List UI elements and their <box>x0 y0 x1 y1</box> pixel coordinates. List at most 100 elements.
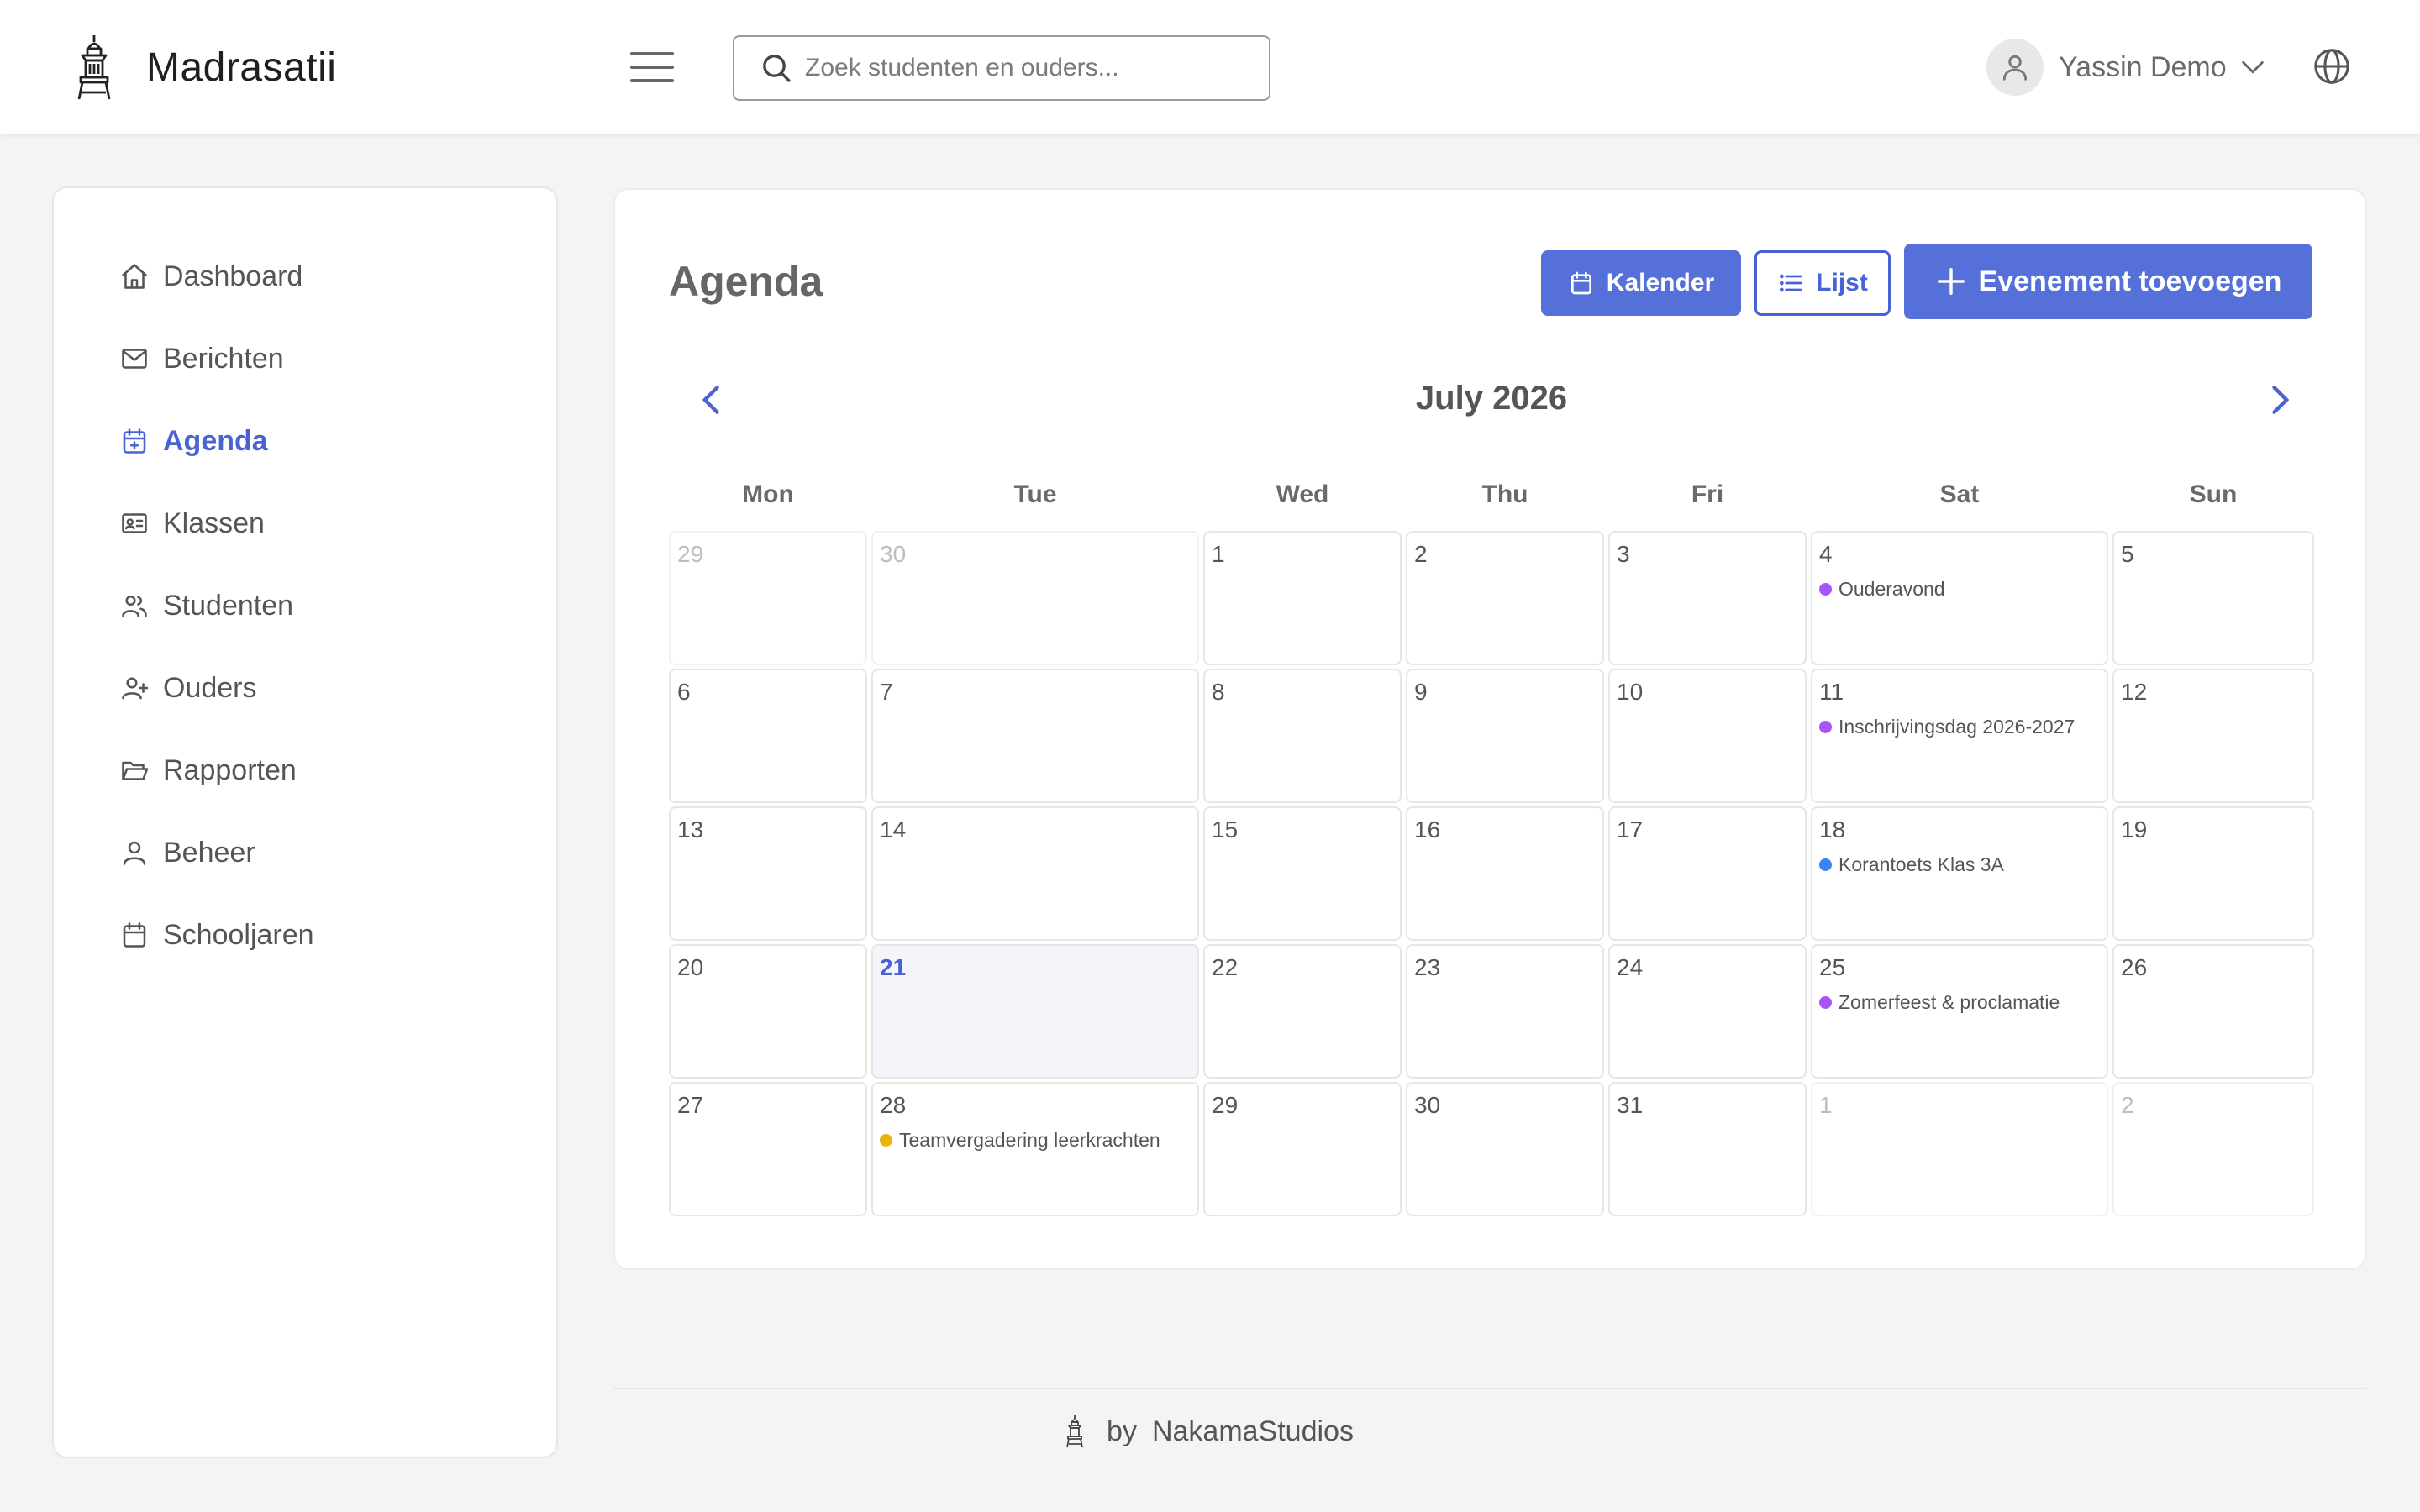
search-box[interactable] <box>733 35 1270 101</box>
day-number: 15 <box>1212 816 1239 843</box>
sidebar-item-studenten[interactable]: Studenten <box>119 564 314 647</box>
day-number: 9 <box>1414 679 1428 705</box>
calendar-day[interactable]: 5 <box>2112 531 2314 665</box>
day-number: 4 <box>1819 541 1833 567</box>
calendar-day[interactable]: 16 <box>1406 806 1604 941</box>
calendar-day[interactable]: 26 <box>2112 944 2314 1079</box>
sidebar-item-rapporten[interactable]: Rapporten <box>119 729 314 811</box>
sidebar-item-dashboard[interactable]: Dashboard <box>119 235 314 318</box>
calendar-view-label: Kalender <box>1606 269 1715 297</box>
day-number: 21 <box>880 954 907 980</box>
day-number: 6 <box>677 679 691 705</box>
sidebar-item-label: Rapporten <box>163 753 297 786</box>
calendar-day[interactable]: 31 <box>1608 1082 1807 1216</box>
day-number: 3 <box>1617 541 1630 567</box>
calendar-day[interactable]: 25 Zomerfeest & proclamatie <box>1811 944 2108 1079</box>
calendar-day[interactable]: 22 <box>1203 944 1402 1079</box>
event-title: Ouderavond <box>1839 578 1945 600</box>
weekday-sun: Sun <box>2189 480 2238 508</box>
day-number: 8 <box>1212 679 1225 705</box>
calendar-day[interactable]: 9 <box>1406 669 1604 803</box>
calendar-day[interactable]: 30 <box>871 531 1199 665</box>
calendar-day[interactable]: 10 <box>1608 669 1807 803</box>
event-title: Teamvergadering leerkrachten <box>899 1129 1160 1151</box>
day-number: 10 <box>1617 679 1644 705</box>
calendar-day[interactable]: 27 <box>669 1082 867 1216</box>
event-title: Inschrijvingsdag 2026-2027 <box>1839 716 2075 738</box>
calendar-day[interactable]: 23 <box>1406 944 1604 1079</box>
chevron-left-icon[interactable] <box>694 381 731 418</box>
calendar-day[interactable]: 13 <box>669 806 867 941</box>
user-menu[interactable]: Yassin Demo <box>1986 39 2267 96</box>
calendar-view-button[interactable]: Kalender <box>1541 250 1741 316</box>
calendar-day[interactable]: 1 <box>1203 531 1402 665</box>
event-dot <box>1819 858 1832 871</box>
calendar-day-today[interactable]: 21 <box>871 944 1199 1079</box>
search-input[interactable] <box>805 54 1242 82</box>
calendar-day[interactable]: 20 <box>669 944 867 1079</box>
list-view-button[interactable]: Lijst <box>1754 250 1891 316</box>
day-number: 20 <box>677 954 704 980</box>
calendar-event[interactable]: Korantoets Klas 3A <box>1819 853 2004 876</box>
day-number: 14 <box>880 816 907 843</box>
chevron-right-icon[interactable] <box>2260 381 2297 418</box>
calendar-day[interactable]: 1 <box>1811 1082 2108 1216</box>
calendar-day[interactable]: 18 Korantoets Klas 3A <box>1811 806 2108 941</box>
calendar-day[interactable]: 6 <box>669 669 867 803</box>
hamburger-menu-icon[interactable] <box>629 44 676 91</box>
calendar-day[interactable]: 2 <box>1406 531 1604 665</box>
calendar-day[interactable]: 24 <box>1608 944 1807 1079</box>
calendar-day[interactable]: 12 <box>2112 669 2314 803</box>
calendar-day[interactable]: 2 <box>2112 1082 2314 1216</box>
event-dot <box>880 1134 892 1147</box>
calendar-day[interactable]: 14 <box>871 806 1199 941</box>
add-event-button[interactable]: Evenement toevoegen <box>1904 244 2312 319</box>
avatar <box>1986 39 2044 96</box>
footer-divider <box>613 1388 2366 1389</box>
chevron-down-icon <box>2241 60 2264 74</box>
calendar-event[interactable]: Ouderavond <box>1819 578 1945 601</box>
day-number: 19 <box>2121 816 2148 843</box>
page-title: Agenda <box>669 258 823 305</box>
sidebar-item-beheer[interactable]: Beheer <box>119 811 314 894</box>
calendar-day[interactable]: 8 <box>1203 669 1402 803</box>
calendar-day[interactable]: 3 <box>1608 531 1807 665</box>
sidebar-item-berichten[interactable]: Berichten <box>119 318 314 400</box>
calendar-day[interactable]: 17 <box>1608 806 1807 941</box>
footer-company[interactable]: NakamaStudios <box>1152 1415 1354 1448</box>
calendar-day[interactable]: 29 <box>1203 1082 1402 1216</box>
day-number: 30 <box>1414 1092 1441 1118</box>
calendar-day[interactable]: 4 Ouderavond <box>1811 531 2108 665</box>
globe-icon[interactable] <box>2312 47 2351 86</box>
search-icon <box>763 55 791 82</box>
calendar-event[interactable]: Inschrijvingsdag 2026-2027 <box>1819 716 2075 738</box>
day-number: 2 <box>2121 1092 2134 1118</box>
calendar-day[interactable]: 28 Teamvergadering leerkrachten <box>871 1082 1199 1216</box>
calendar-day[interactable]: 30 <box>1406 1082 1604 1216</box>
brand[interactable]: Madrasatii <box>71 34 336 101</box>
day-number: 29 <box>677 541 704 567</box>
calendar-event[interactable]: Teamvergadering leerkrachten <box>880 1129 1160 1152</box>
calendar-day[interactable]: 19 <box>2112 806 2314 941</box>
sidebar-item-schooljaren[interactable]: Schooljaren <box>119 894 314 976</box>
event-title: Korantoets Klas 3A <box>1839 853 2004 875</box>
user-icon <box>123 841 146 865</box>
day-number: 11 <box>1819 679 1844 705</box>
calendar-day[interactable]: 29 <box>669 531 867 665</box>
calendar-event[interactable]: Zomerfeest & proclamatie <box>1819 991 2060 1014</box>
event-dot <box>1819 583 1832 596</box>
weekday-tue: Tue <box>1013 480 1057 508</box>
sidebar-item-label: Studenten <box>163 589 294 622</box>
calendar-day[interactable]: 7 <box>871 669 1199 803</box>
sidebar-item-label: Dashboard <box>163 260 303 292</box>
event-dot <box>1819 721 1832 733</box>
calendar-day[interactable]: 11 Inschrijvingsdag 2026-2027 <box>1811 669 2108 803</box>
weekday-fri: Fri <box>1691 480 1724 508</box>
day-number: 12 <box>2121 679 2148 705</box>
sidebar-item-ouders[interactable]: Ouders <box>119 647 314 729</box>
footer: by NakamaStudios <box>0 1415 2420 1448</box>
sidebar-item-agenda[interactable]: Agenda <box>119 400 314 482</box>
day-number: 24 <box>1617 954 1644 980</box>
calendar-day[interactable]: 15 <box>1203 806 1402 941</box>
sidebar-item-klassen[interactable]: Klassen <box>119 482 314 564</box>
